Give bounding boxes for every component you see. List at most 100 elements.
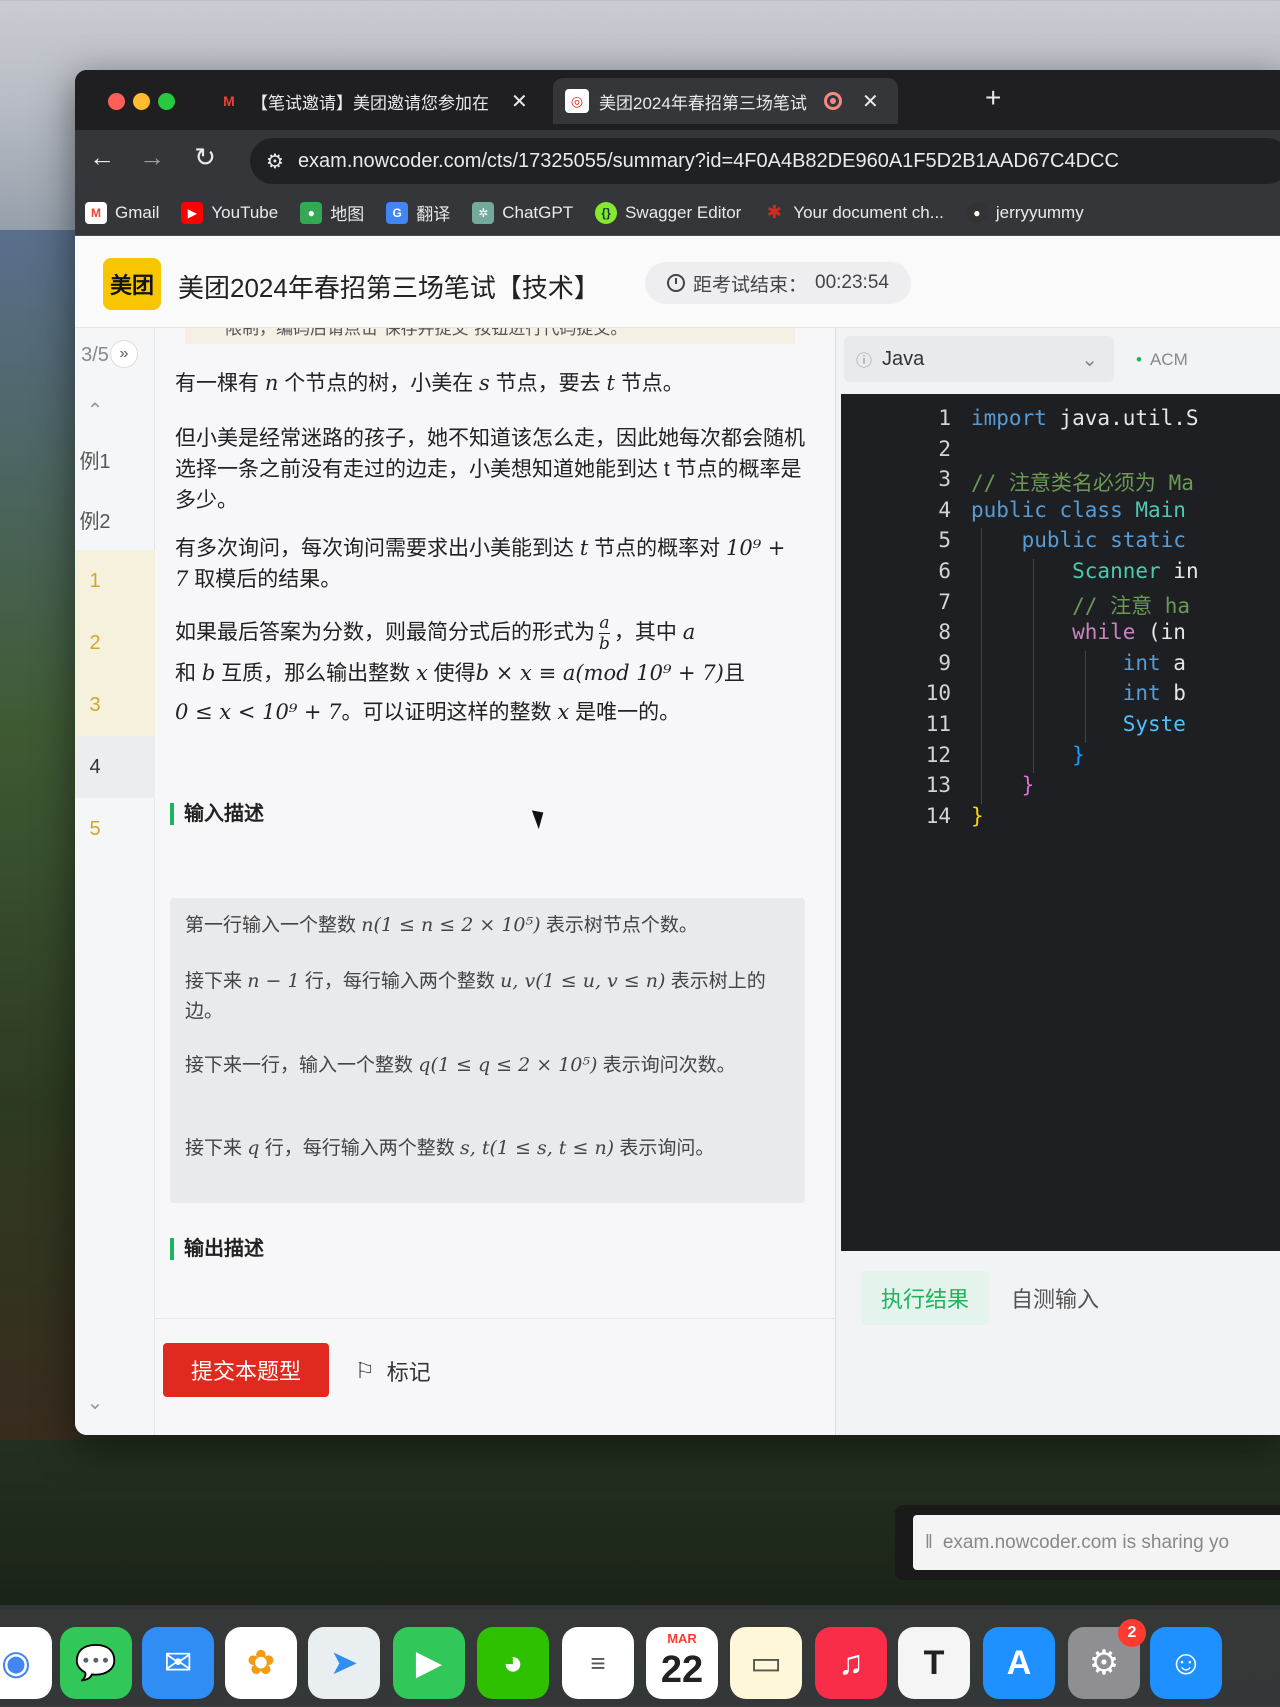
tab-gmail[interactable]: M 【笔试邀请】美团邀请您参加在 ✕ — [205, 78, 545, 124]
qnav-item-4[interactable]: 4 — [75, 736, 155, 798]
tab-custom-input[interactable]: 自测输入 — [991, 1271, 1119, 1325]
messages-icon[interactable]: 💬 — [60, 1627, 132, 1699]
qnav-item-example-1[interactable]: 例1 — [75, 428, 155, 490]
info-icon: ⓘ — [856, 353, 873, 370]
chevron-down-icon[interactable]: ⌄ — [75, 1390, 155, 1415]
problem-paragraph-3: 有多次询问，每次询问需要求出小美能到达 t 节点的概率对 10⁹ + 7 取模后… — [175, 536, 786, 591]
system-settings-icon[interactable]: ⚙ 2 — [1068, 1619, 1146, 1699]
music-icon[interactable]: ♫ — [815, 1627, 887, 1699]
bookmark-translate[interactable]: G 翻译 — [386, 200, 450, 225]
close-window-button[interactable] — [108, 93, 125, 110]
bookmark-maps[interactable]: ● 地图 — [300, 200, 364, 225]
mark-button[interactable]: ⚐ 标记 — [355, 1355, 431, 1387]
code-line[interactable]: 4 public class Main — [841, 498, 1280, 528]
reminders-icon[interactable]: ≡ — [562, 1627, 634, 1699]
code-line[interactable]: 7 // 注意 ha — [841, 590, 1280, 620]
bookmark-github[interactable]: ● jerryyummy — [965, 201, 1084, 224]
dock: ◉ 💬 ✉ ✿ ➤ ▶ ◕ ≡ MAR 22 ▭ ♫ T A ⚙ 2 ☺ — [0, 1605, 1280, 1707]
notes-icon[interactable]: ▭ — [730, 1627, 802, 1699]
code-line[interactable]: 8 while (in — [841, 620, 1280, 650]
site-settings-icon[interactable]: ⚙ — [266, 149, 284, 174]
screen-share-bar: ‖ exam.nowcoder.com is sharing yo — [895, 1505, 1280, 1580]
code-line[interactable]: 11 Syste — [841, 712, 1280, 742]
bookmark-label: YouTube — [211, 202, 279, 222]
input-section-title: 输入描述 — [170, 803, 264, 825]
screen-share-text: exam.nowcoder.com is sharing yo — [942, 1531, 1230, 1553]
address-bar[interactable]: ⚙ exam.nowcoder.com/cts/17325055/summary… — [250, 138, 1280, 184]
bookmarks-bar: M Gmail ▶ YouTube ● 地图 G 翻译 ✲ ChatGPT {}… — [75, 190, 1280, 236]
url-text: exam.nowcoder.com/cts/17325055/summary?i… — [297, 149, 1119, 172]
code-editor[interactable]: 1 import java.util.S 2 3 // 注意类名必须为 Ma 4 publi… — [841, 394, 1280, 1251]
code-token: int — [971, 650, 1161, 675]
code-text: int b — [971, 681, 1186, 705]
forward-button[interactable]: → — [135, 142, 169, 173]
submission-note: 限制，编码后请点击“保存并提交”按钮进行代码提交。 — [185, 328, 795, 344]
bookmark-document[interactable]: ✱ Your document ch... — [763, 202, 944, 224]
chevron-up-icon[interactable]: ⌃ — [75, 398, 155, 423]
tab-run-result[interactable]: 执行结果 — [861, 1271, 990, 1325]
code-line[interactable]: 13 } — [841, 773, 1280, 803]
minimize-window-button[interactable] — [133, 93, 150, 110]
mail-icon[interactable]: ✉ — [142, 1627, 214, 1699]
maps-icon[interactable]: ➤ — [308, 1627, 380, 1699]
browser-toolbar: ← → ↻ ⚙ exam.nowcoder.com/cts/17325055/s… — [75, 130, 1280, 190]
indent-guide — [1085, 650, 1086, 743]
maple-leaf-icon: ✱ — [766, 202, 782, 222]
chrome-icon[interactable]: ◉ — [0, 1627, 52, 1699]
language-value: Java — [882, 347, 925, 370]
code-line[interactable]: 9 int a — [841, 651, 1280, 681]
qnav-item-3[interactable]: 3 — [75, 674, 155, 736]
bookmark-gmail[interactable]: M Gmail — [85, 201, 159, 224]
reload-button[interactable]: ↻ — [188, 142, 222, 173]
line-number: 3 — [938, 467, 951, 492]
maximize-window-button[interactable] — [158, 93, 175, 110]
typora-icon[interactable]: T — [898, 1627, 970, 1699]
calendar-icon[interactable]: MAR 22 — [646, 1627, 718, 1699]
qnav-item-1[interactable]: 1 — [75, 550, 155, 612]
code-text: import java.util.S — [971, 406, 1199, 430]
code-text: public static — [971, 528, 1186, 552]
tab-exam[interactable]: ◎ 美团2024年春招第三场笔试 ✕ — [553, 78, 898, 124]
code-token: int — [971, 681, 1161, 706]
bookmark-swagger[interactable]: {} Swagger Editor — [595, 201, 741, 224]
code-line[interactable]: 2 — [841, 437, 1280, 467]
submit-button[interactable]: 提交本题型 — [163, 1343, 329, 1397]
bookmark-label: Your document ch... — [793, 202, 944, 222]
code-line[interactable]: 10 int b — [841, 681, 1280, 711]
wechat-icon[interactable]: ◕ — [477, 1627, 549, 1699]
recording-icon — [824, 92, 842, 110]
code-line[interactable]: 14} — [841, 804, 1280, 834]
code-line[interactable]: 5 public static — [841, 528, 1280, 558]
tab-label: 【笔试邀请】美团邀请您参加在 — [251, 93, 489, 113]
code-token: } — [971, 803, 984, 828]
qnav-item-2[interactable]: 2 — [75, 612, 155, 674]
close-tab-icon[interactable]: ✕ — [511, 89, 528, 114]
exam-title: 美团2024年春招第三场笔试【技术】 — [178, 273, 600, 303]
new-tab-button[interactable]: + — [985, 82, 1001, 114]
bookmark-youtube[interactable]: ▶ YouTube — [181, 201, 279, 224]
back-button[interactable]: ← — [85, 142, 119, 173]
meituan-logo: 美团 — [103, 258, 161, 310]
qnav-item-example-2[interactable]: 例2 — [75, 488, 155, 550]
close-tab-icon[interactable]: ✕ — [862, 89, 879, 114]
code-text: } — [971, 743, 1085, 767]
chevron-down-icon: ⌄ — [1081, 348, 1098, 371]
code-text: // 注意 ha — [971, 590, 1190, 620]
code-line[interactable]: 6 Scanner in — [841, 559, 1280, 589]
qnav-item-5[interactable]: 5 — [75, 798, 155, 860]
language-select[interactable]: ⓘ Java ⌄ — [844, 336, 1114, 382]
pause-icon: ‖ — [925, 1531, 933, 1553]
facetime-icon[interactable]: ▶ — [393, 1627, 465, 1699]
mark-label: 标记 — [386, 1360, 431, 1385]
code-line[interactable]: 12 } — [841, 743, 1280, 773]
finder-icon[interactable]: ☺ — [1150, 1627, 1222, 1699]
bookmark-label: ChatGPT — [502, 202, 574, 222]
photos-icon[interactable]: ✿ — [225, 1627, 297, 1699]
notification-badge: 2 — [1118, 1619, 1146, 1647]
code-line[interactable]: 3 // 注意类名必须为 Ma — [841, 467, 1280, 497]
code-line[interactable]: 1 import java.util.S — [841, 406, 1280, 436]
app-store-icon[interactable]: A — [983, 1627, 1055, 1699]
flag-icon: ⚐ — [355, 1358, 375, 1383]
expand-icon[interactable]: » — [110, 340, 138, 368]
bookmark-chatgpt[interactable]: ✲ ChatGPT — [472, 201, 574, 224]
